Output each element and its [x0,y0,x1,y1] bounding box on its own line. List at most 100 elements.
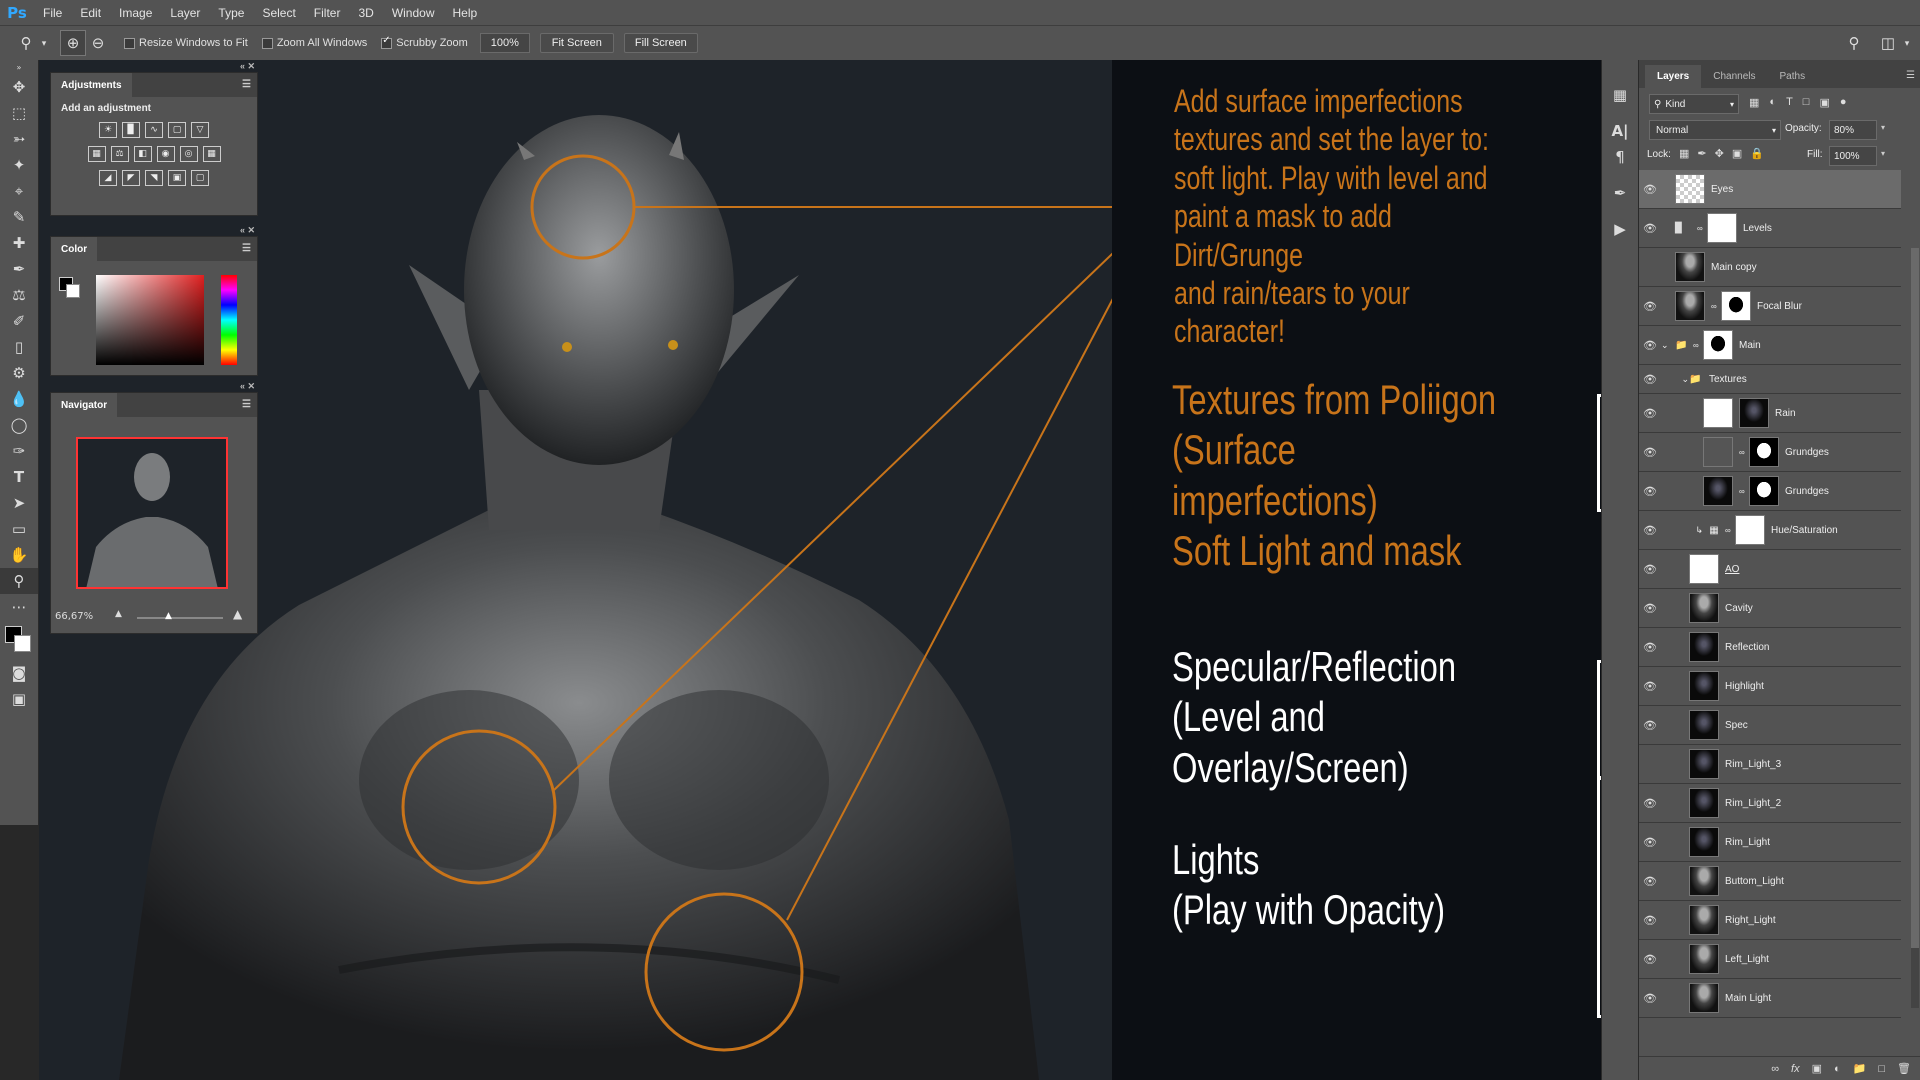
color-lookup-icon[interactable]: ▦ [202,146,221,162]
layer-row[interactable]: 👁 Spec [1639,706,1901,745]
layer-row[interactable]: 👁 Buttom_Light [1639,862,1901,901]
history-icon[interactable]: ▦ [1602,82,1638,108]
layer-row[interactable]: 👁 Left_Light [1639,940,1901,979]
eye-icon[interactable]: 👁 [1639,719,1661,732]
posterize-icon[interactable]: ◤ [122,170,140,186]
brightness-icon[interactable]: ☀ [99,122,117,138]
play-icon[interactable]: ▶ [1602,216,1638,242]
scrubby-zoom-checkbox[interactable]: Scrubby Zoom [381,35,468,49]
zoom-out-icon[interactable]: ⊖ [86,31,110,55]
zoom-all-checkbox[interactable]: Zoom All Windows [261,37,367,49]
menu-layer[interactable]: Layer [161,6,209,20]
panel-menu-icon[interactable]: ☰ [242,399,251,410]
zoom-in-mountain-icon[interactable]: ▲ [233,607,242,621]
search-icon[interactable]: ⚲ [1842,31,1866,55]
selective-color-icon[interactable]: ▢ [191,170,209,186]
link-layers-icon[interactable]: ∞ [1771,1063,1779,1075]
lasso-tool-icon[interactable]: ➳ [0,126,38,152]
lock-pixels-icon[interactable]: ✒ [1697,147,1706,160]
workspace-icon[interactable]: ◫ [1876,31,1900,55]
panel-menu-icon[interactable]: ☰ [242,243,251,254]
pen-tool-icon[interactable]: ✑ [0,438,38,464]
navigator-tab[interactable]: Navigator [51,393,118,417]
layer-row[interactable]: 👁 Rim_Light [1639,823,1901,862]
tab-paths[interactable]: Paths [1768,65,1818,88]
eraser-icon[interactable]: ▯ [0,334,38,360]
character-icon[interactable]: A| [1602,118,1638,144]
layer-row[interactable]: 👁 Rain [1639,394,1901,433]
panel-menu-icon[interactable]: ☰ [242,79,251,90]
layer-group-row[interactable]: 👁 ⌄ 📁 Textures [1639,365,1901,394]
menu-edit[interactable]: Edit [71,6,110,20]
panel-collapse-icon[interactable]: « ✕ [240,225,255,236]
navigator-preview[interactable] [76,437,228,589]
filter-smart-object-icon[interactable]: ▣ [1819,96,1829,109]
layer-group-row[interactable]: 👁 ⌄ 📁 ∞ Main [1639,326,1901,365]
eye-icon[interactable]: 👁 [1639,914,1661,927]
healing-brush-icon[interactable]: ✚ [0,230,38,256]
layer-row[interactable]: 👁 AO [1639,550,1901,589]
black-white-icon[interactable]: ◧ [133,146,152,162]
eye-icon[interactable]: 👁 [1639,641,1661,654]
eye-icon[interactable]: 👁 [1639,602,1661,615]
fill-screen-button[interactable]: Fill Screen [623,33,698,53]
zoom-out-mountain-icon[interactable]: ▲ [115,609,122,619]
new-adjustment-icon[interactable]: ◐ [1834,1063,1841,1075]
chevron-down-icon[interactable]: ▾ [1900,31,1914,55]
layer-row[interactable]: 👁 ∞ Grundges [1639,472,1901,511]
layer-row[interactable]: 👁 ∞ Grundges [1639,433,1901,472]
color-swatches[interactable] [0,620,38,660]
more-tools-icon[interactable]: ⋯ [0,594,38,620]
photo-filter-icon[interactable]: ◉ [156,146,175,162]
curves-icon[interactable]: ∿ [145,122,163,138]
layer-row[interactable]: 👁 Rim_Light_2 [1639,784,1901,823]
panel-collapse-icon[interactable]: « ✕ [240,61,255,72]
filter-adjustment-icon[interactable]: ◐ [1769,96,1776,109]
menu-filter[interactable]: Filter [305,6,350,20]
hue-saturation-icon[interactable]: ▦ [87,146,106,162]
menu-select[interactable]: Select [253,6,304,20]
brush-tool-icon[interactable]: ✒ [0,256,38,282]
zoom-tool-icon[interactable]: ⚲ [14,31,38,55]
eye-icon[interactable]: 👁 [1639,373,1661,386]
eye-icon[interactable]: 👁 [1639,797,1661,810]
scrollbar-thumb[interactable] [1911,248,1919,948]
layer-row[interactable]: 👁 Main Light [1639,979,1901,1018]
panel-menu-icon[interactable]: ☰ [1906,70,1915,88]
layer-row[interactable]: 👁 Cavity [1639,589,1901,628]
hand-tool-icon[interactable]: ✋ [0,542,38,568]
collapse-icon[interactable]: » [0,60,38,74]
levels-icon[interactable]: ▉ [122,122,140,138]
lock-position-icon[interactable]: ✥ [1715,147,1724,160]
filter-kind-select[interactable]: ⚲ Kind ▾ [1649,94,1739,114]
paragraph-icon[interactable]: ¶ [1602,144,1638,170]
eye-icon[interactable]: 👁 [1639,339,1661,352]
chevron-down-icon[interactable]: ⌄ [1661,340,1675,351]
channel-mixer-icon[interactable]: ◎ [179,146,198,162]
navigator-zoom-value[interactable]: 66,67% [55,611,93,622]
zoom-value-field[interactable]: 100% [479,33,530,53]
blend-mode-select[interactable]: Normal ▾ [1649,120,1781,140]
eye-icon[interactable]: 👁 [1639,446,1661,459]
eye-icon[interactable]: 👁 [1639,836,1661,849]
screen-mode-icon[interactable]: ▣ [0,686,38,712]
eye-icon[interactable]: 👁 [1639,183,1661,196]
tab-layers[interactable]: Layers [1645,65,1702,88]
blur-tool-icon[interactable]: 💧 [0,386,38,412]
eye-icon[interactable]: 👁 [1639,992,1661,1005]
filter-pixel-icon[interactable]: ▦ [1749,96,1759,109]
layer-row[interactable]: Main copy [1639,248,1901,287]
lock-all-icon[interactable]: 🔒 [1750,147,1764,160]
layers-scrollbar[interactable] [1911,248,1919,1008]
eye-icon[interactable]: 👁 [1639,524,1661,537]
chevron-down-icon[interactable]: ⌄ [1661,374,1689,385]
chevron-down-icon[interactable]: ▾ [1881,149,1885,158]
filter-toggle-icon[interactable]: ● [1840,96,1847,109]
opacity-field[interactable]: 80% [1829,120,1877,140]
dodge-tool-icon[interactable]: ◯ [0,412,38,438]
adjustments-tab[interactable]: Adjustments [51,73,132,97]
eye-icon[interactable]: 👁 [1639,407,1661,420]
exposure-icon[interactable]: ▢ [168,122,186,138]
new-group-icon[interactable]: 📁 [1853,1062,1867,1075]
view-box[interactable] [76,437,228,589]
